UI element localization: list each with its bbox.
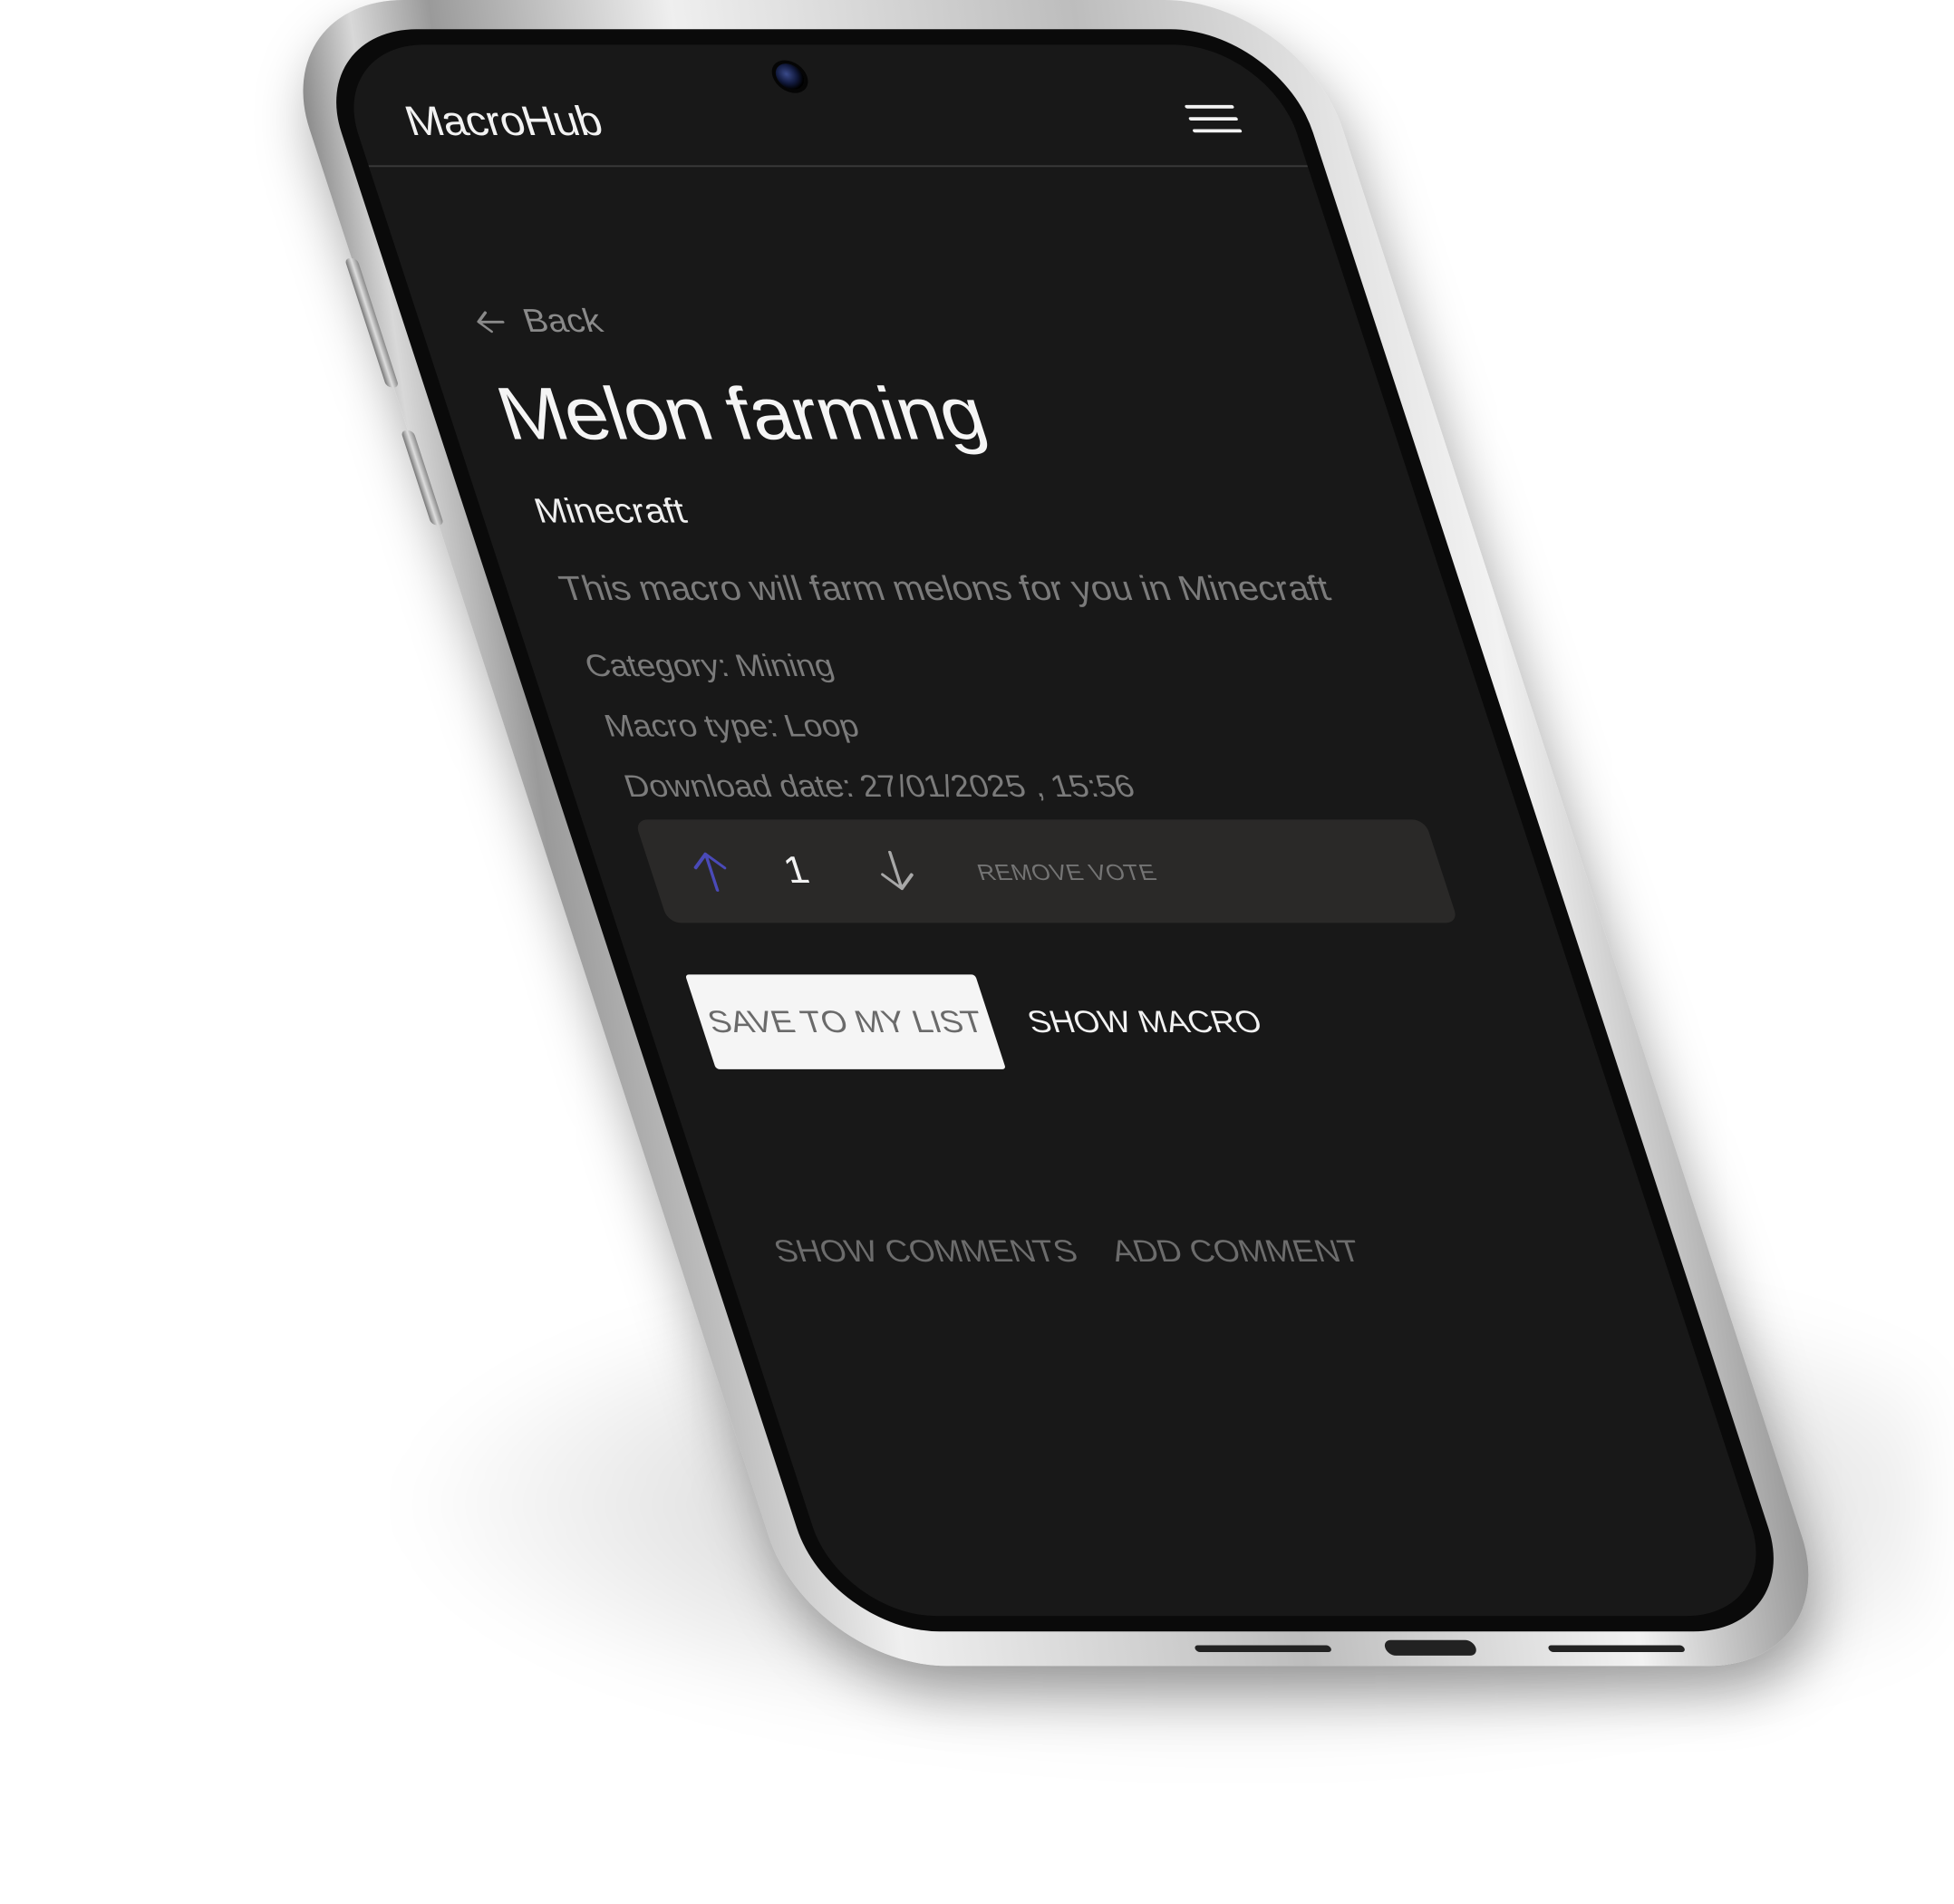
macro-type: Macro type: Loop bbox=[599, 707, 864, 743]
vote-panel: 1 REMOVE VOTE bbox=[634, 819, 1459, 923]
arrow-up-icon bbox=[693, 852, 727, 892]
stage: MacroHub Back Melon farming Minecraft Th… bbox=[0, 0, 1954, 1904]
macro-description: This macro will farm melons for you in M… bbox=[555, 569, 1335, 608]
macro-title: Melon farming bbox=[487, 372, 996, 456]
upvote-button[interactable] bbox=[675, 846, 747, 897]
app-bar: MacroHub bbox=[329, 44, 1309, 168]
vote-count: 1 bbox=[778, 848, 815, 892]
save-to-list-button[interactable]: SAVE TO MY LIST bbox=[684, 974, 1007, 1069]
downvote-button[interactable] bbox=[860, 846, 932, 897]
show-comments-button[interactable]: SHOW COMMENTS bbox=[769, 1232, 1082, 1269]
speaker-grille bbox=[1547, 1645, 1686, 1653]
hamburger-menu-icon[interactable] bbox=[1184, 101, 1243, 136]
arrow-left-icon bbox=[477, 310, 505, 333]
show-macro-button[interactable]: SHOW MACRO bbox=[1022, 1004, 1266, 1040]
usb-port bbox=[1382, 1639, 1479, 1656]
comments-actions: SHOW COMMENTS ADD COMMENT bbox=[769, 1232, 1365, 1269]
back-label: Back bbox=[518, 303, 607, 340]
remove-vote-button[interactable]: REMOVE VOTE bbox=[973, 859, 1160, 885]
macro-category: Category: Mining bbox=[580, 647, 838, 683]
back-button[interactable]: Back bbox=[466, 303, 607, 340]
macro-game: Minecraft bbox=[529, 492, 692, 531]
add-comment-button[interactable]: ADD COMMENT bbox=[1107, 1232, 1365, 1269]
arrow-down-icon bbox=[881, 850, 914, 891]
app-logo[interactable]: MacroHub bbox=[399, 98, 608, 145]
download-date: Download date: 27/01/2025 , 15:56 bbox=[619, 768, 1139, 804]
speaker-grille bbox=[1194, 1645, 1332, 1653]
